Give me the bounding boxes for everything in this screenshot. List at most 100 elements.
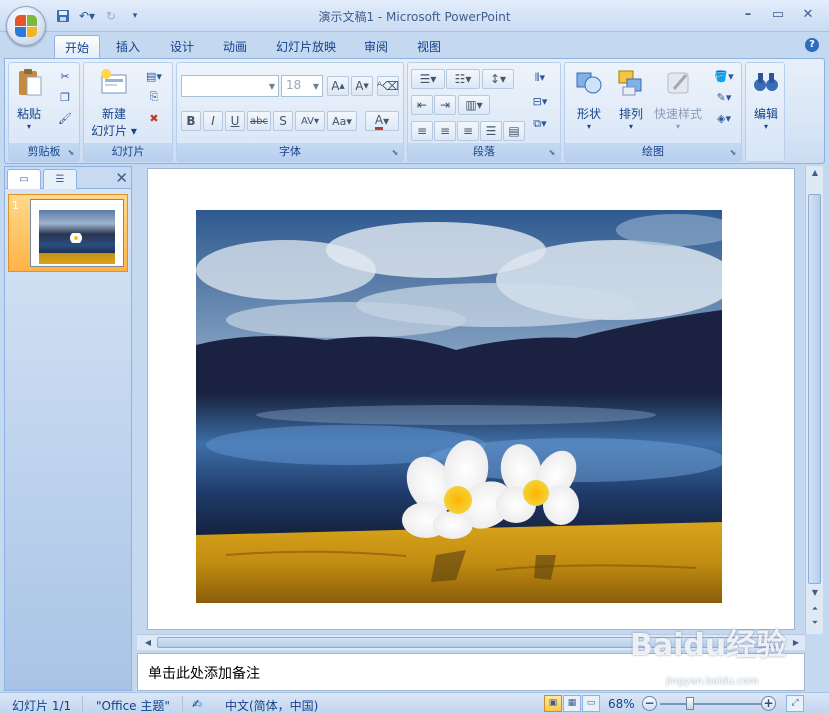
columns-button[interactable]: ▥▾ [458,95,490,115]
slideshow-icon: ▭ [586,698,596,708]
line-spacing-icon: ↕▾ [489,72,507,86]
arrange-icon [618,70,642,96]
align-left-button[interactable]: ≡ [411,121,433,141]
smartart-icon[interactable]: ⧉▾ [530,115,550,133]
tab-design[interactable]: 设计 [160,35,204,58]
decrease-indent-button[interactable]: ⇤ [411,95,433,115]
help-icon[interactable]: ? [805,38,819,52]
quick-styles-icon [667,72,689,94]
line-spacing-button[interactable]: ↕▾ [482,69,514,89]
quick-styles-button[interactable]: 快速样式 ▾ [653,67,703,131]
bullets-button[interactable]: ☰▾ [411,69,445,89]
slide-editing-area [137,166,805,634]
clear-format-button[interactable]: ᴬ⌫ [377,76,399,96]
justify-button[interactable]: ☰ [480,121,502,141]
tab-view[interactable]: 视图 [407,35,451,58]
shapes-button[interactable]: 形状 ▾ [569,67,609,131]
bold-button[interactable]: B [181,111,201,131]
paragraph-group-label: 段落 [408,143,560,161]
font-launcher-icon[interactable]: ⬊ [390,148,400,158]
char-spacing-button[interactable]: AV▾ [295,111,325,131]
delete-slide-icon[interactable]: ✖ [144,109,164,127]
cut-icon[interactable]: ✂ [55,67,75,85]
copy-icon[interactable]: ❐ [55,88,75,106]
italic-button[interactable]: I [203,111,223,131]
drawing-group: 形状 ▾ 排列 ▾ 快速样式 ▾ 🪣▾ ✎▾ ◈▾ 绘图 ⬊ [564,62,742,162]
fit-to-window-button[interactable]: ⤢ [786,695,804,712]
zoom-level[interactable]: 68% [608,697,635,711]
underline-button[interactable]: U [225,111,245,131]
font-group: ▼ 18 ▼ A ▲ A ▼ ᴬ⌫ B I U abc S AV▾ Aa▾ A ▾ 字体… [176,62,404,162]
distribute-icon: ▤ [508,124,520,138]
slide-canvas[interactable] [147,168,795,630]
change-case-button[interactable]: Aa▾ [327,111,357,131]
zoom-slider[interactable] [660,703,765,705]
close-pane-icon[interactable]: ✕ [115,169,128,187]
slide-thumbnail-selected[interactable]: 1 [8,194,128,272]
editing-button[interactable]: 编辑 ▾ [748,67,784,131]
previous-slide-icon[interactable]: ⏶ [806,602,824,616]
grow-font-button[interactable]: A ▲ [327,76,349,96]
layout-icon[interactable]: ▤▾ [144,67,164,85]
new-slide-button[interactable]: 新建 幻灯片 ▾ [88,67,140,139]
zoom-in-icon[interactable]: + [761,696,776,711]
distribute-button[interactable]: ▤ [503,121,525,141]
slide-sorter-view-button[interactable]: ▦ [563,695,581,712]
tab-home[interactable]: 开始 [54,35,101,58]
slide-photo[interactable] [196,210,722,603]
font-color-button[interactable]: A ▾ [365,111,399,131]
numbering-button[interactable]: ☷▾ [446,69,480,89]
shadow-button[interactable]: S [273,111,293,131]
thumbnail-flower [69,233,83,243]
zoom-slider-thumb[interactable] [686,697,694,710]
paragraph-launcher-icon[interactable]: ⬊ [547,148,557,158]
tab-review[interactable]: 审阅 [354,35,398,58]
notes-placeholder[interactable]: 单击此处添加备注 [148,663,260,683]
slideshow-view-button[interactable]: ▭ [582,695,600,712]
font-size-combobox[interactable]: 18 ▼ [281,75,323,97]
close-button[interactable]: ✕ [795,4,821,24]
clipboard-launcher-icon[interactable]: ⬊ [66,148,76,158]
drawing-group-label: 绘图 [565,143,741,161]
tab-slideshow[interactable]: 幻灯片放映 [266,35,346,58]
spellcheck-icon[interactable]: ✍ [192,697,202,711]
shape-fill-icon[interactable]: 🪣▾ [709,67,739,85]
strikethrough-button[interactable]: abc [247,111,271,131]
window-title: 演示文稿1 - Microsoft PowerPoint [318,10,511,24]
vertical-scroll-thumb[interactable] [808,194,821,584]
shape-outline-icon[interactable]: ✎▾ [709,88,739,106]
vertical-scrollbar[interactable]: ▲ ▼ ⏶ ⏷ [805,166,823,634]
align-right-button[interactable]: ≡ [457,121,479,141]
format-painter-icon[interactable]: 🖌 [55,109,75,127]
shrink-font-button[interactable]: A ▼ [351,76,373,96]
slide-thumbnail[interactable] [30,199,124,267]
scroll-left-icon[interactable]: ◀ [139,636,157,650]
font-name-combobox[interactable]: ▼ [181,75,279,97]
minimize-button[interactable]: – [735,4,761,24]
drawing-launcher-icon[interactable]: ⬊ [728,148,738,158]
scroll-right-icon[interactable]: ▶ [787,636,805,650]
align-center-button[interactable]: ≡ [434,121,456,141]
arrange-button[interactable]: 排列 ▾ [611,67,651,131]
slide-sorter-icon: ▦ [567,698,577,708]
tab-outline[interactable]: ☰ [43,169,77,189]
normal-view-button[interactable]: ▣ [544,695,562,712]
editing-group: 编辑 ▾ [745,62,785,162]
align-text-icon[interactable]: ⊟▾ [530,92,550,110]
tab-animations[interactable]: 动画 [213,35,257,58]
tab-insert[interactable]: 插入 [106,35,150,58]
text-direction-icon[interactable]: ⫴▾ [530,69,550,87]
columns-icon: ▥▾ [465,98,483,112]
increase-indent-button[interactable]: ⇥ [434,95,456,115]
next-slide-icon[interactable]: ⏷ [806,616,824,630]
paste-button[interactable]: 粘贴 ▾ [13,67,45,131]
outline-icon: ☰ [55,174,65,185]
scroll-down-icon[interactable]: ▼ [806,586,824,600]
tab-slides-thumbnails[interactable]: ▭ [7,169,41,189]
zoom-out-icon[interactable]: − [642,696,657,711]
shape-effects-icon[interactable]: ◈▾ [709,109,739,127]
scroll-up-icon[interactable]: ▲ [806,166,824,180]
restore-button[interactable]: ▭ [765,4,791,24]
reset-slide-icon[interactable]: ⎘ [144,88,164,106]
office-button[interactable] [6,6,46,46]
